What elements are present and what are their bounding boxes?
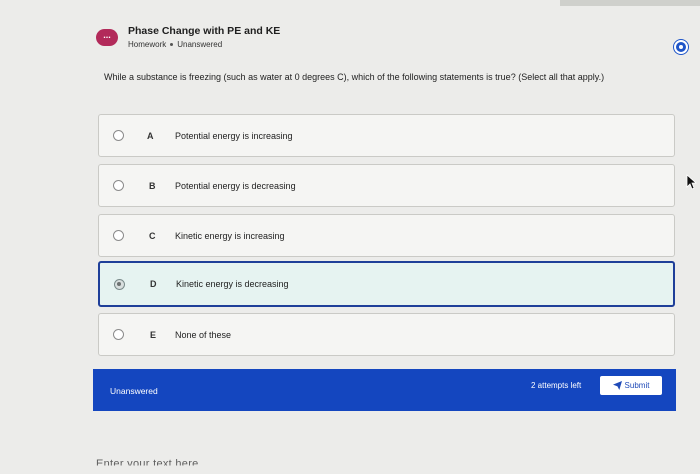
mouse-cursor-icon xyxy=(686,174,698,190)
option-text: Potential energy is increasing xyxy=(175,130,293,141)
option-d[interactable]: D Kinetic energy is decreasing xyxy=(98,261,675,307)
submit-button[interactable]: Submit xyxy=(600,376,662,395)
option-a[interactable]: A Potential energy is increasing xyxy=(98,114,675,157)
option-letter: E xyxy=(150,329,157,340)
option-text: Potential energy is decreasing xyxy=(175,180,296,191)
radio-button[interactable] xyxy=(113,329,124,340)
answer-footer-bar: Unanswered 2 attempts left Submit xyxy=(93,369,676,411)
radio-button[interactable] xyxy=(113,130,124,141)
question-type: Homework xyxy=(128,40,167,49)
attempts-left: 2 attempts left xyxy=(531,381,582,390)
radio-button[interactable] xyxy=(113,230,124,241)
answer-status: Unanswered xyxy=(110,386,158,396)
option-letter: B xyxy=(149,180,156,191)
more-options-icon[interactable]: ... xyxy=(96,29,118,46)
option-e[interactable]: E None of these xyxy=(98,313,675,356)
separator-dot-icon xyxy=(170,43,174,46)
option-b[interactable]: B Potential energy is decreasing xyxy=(98,164,675,207)
submit-label: Submit xyxy=(624,381,650,390)
question-status: Unanswered xyxy=(177,40,223,49)
info-icon[interactable] xyxy=(674,40,688,54)
radio-button-selected[interactable] xyxy=(114,278,125,290)
question-meta: Homework Unanswered xyxy=(128,40,222,49)
text-editor-placeholder[interactable]: Enter your text here xyxy=(96,458,199,465)
screen: ... Phase Change with PE and KE Homework… xyxy=(0,0,700,474)
option-text: Kinetic energy is decreasing xyxy=(176,279,289,289)
option-letter: C xyxy=(149,230,156,241)
option-letter: D xyxy=(150,279,157,289)
top-bar xyxy=(560,0,700,6)
send-icon xyxy=(612,381,622,390)
question-text: While a substance is freezing (such as w… xyxy=(104,72,605,82)
option-text: None of these xyxy=(175,329,232,340)
page-title: Phase Change with PE and KE xyxy=(128,25,281,37)
option-text: Kinetic energy is increasing xyxy=(175,230,285,241)
option-letter: A xyxy=(147,130,154,141)
radio-button[interactable] xyxy=(113,180,124,191)
option-c[interactable]: C Kinetic energy is increasing xyxy=(98,214,675,257)
